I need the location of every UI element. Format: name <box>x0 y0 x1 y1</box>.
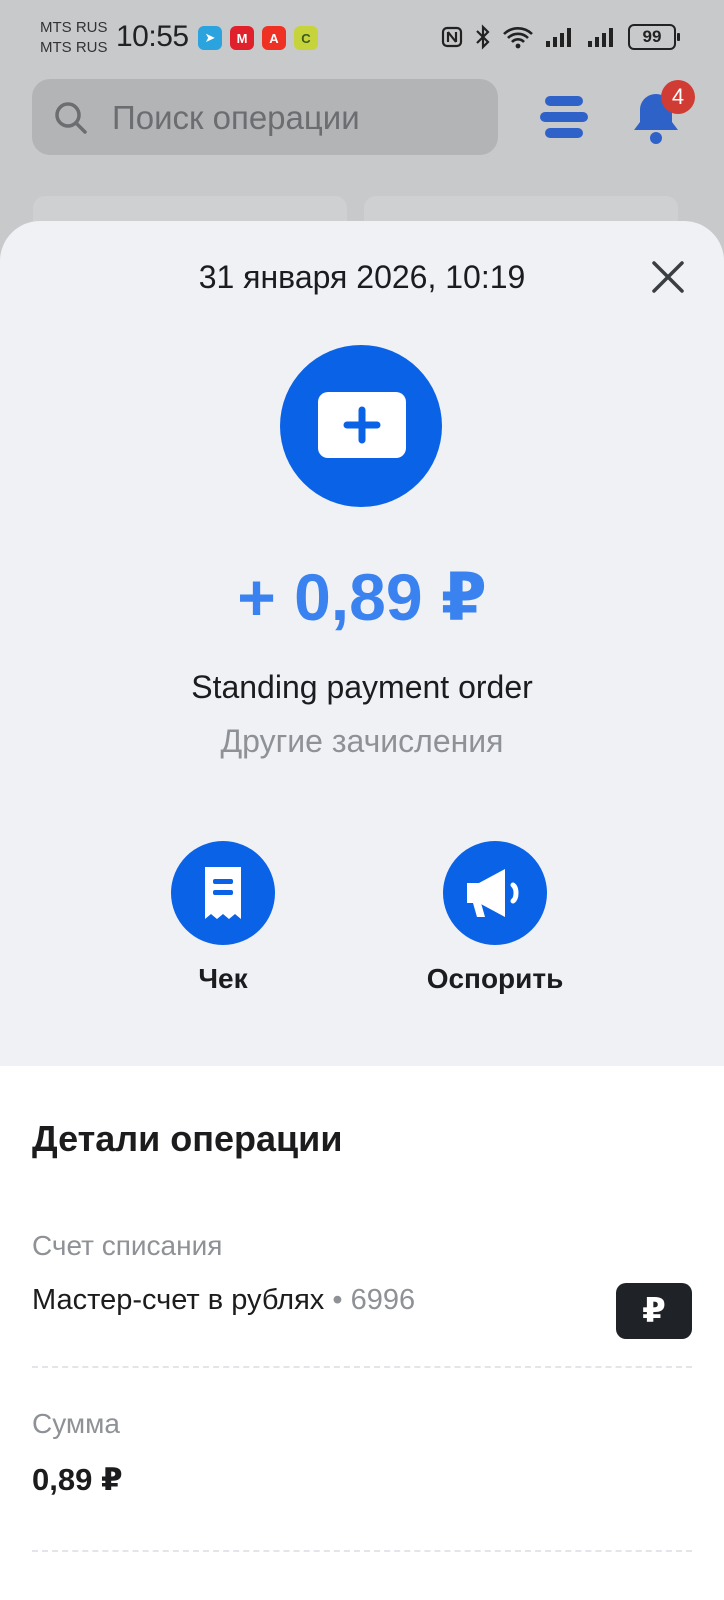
account-number: • 6996 <box>332 1284 416 1316</box>
sum-label: Сумма <box>32 1408 120 1439</box>
clock: 10:55 <box>116 20 189 53</box>
close-icon[interactable] <box>648 257 688 297</box>
details-title: Детали операции <box>32 1118 343 1159</box>
search-icon <box>55 102 87 134</box>
dispute-button[interactable]: Оспорить <box>395 841 595 995</box>
filter-menu-button[interactable] <box>540 96 588 140</box>
menu-bar-icon <box>545 128 583 138</box>
carrier-1: MTS RUS <box>40 19 108 36</box>
ruble-account-icon: ₽ <box>616 1283 692 1339</box>
operation-category: Другие зачисления <box>220 723 504 759</box>
search-placeholder: Поиск операции <box>112 99 360 136</box>
megaphone-icon <box>443 841 547 945</box>
divider <box>32 1366 692 1368</box>
account-label: Счет списания <box>32 1230 223 1261</box>
notification-badge: 4 <box>661 80 695 114</box>
receipt-button[interactable]: Чек <box>123 841 323 995</box>
search-bar[interactable]: Поиск операции <box>32 79 498 155</box>
system-icons: 99 <box>440 24 680 50</box>
menu-bar-icon <box>545 96 583 106</box>
app-c-icon: С <box>294 26 318 50</box>
battery-indicator: 99 <box>628 24 680 50</box>
signal-2-icon <box>588 28 613 47</box>
mvideo-icon: М <box>230 26 254 50</box>
menu-bar-icon <box>540 112 588 122</box>
bluetooth-icon <box>476 24 490 50</box>
sum-value: 0,89 ₽ <box>32 1462 123 1497</box>
account-name: Мастер-счет в рублях <box>32 1284 325 1316</box>
divider <box>32 1550 692 1552</box>
wifi-icon <box>503 27 533 49</box>
operation-date: 31 января 2026, 10:19 <box>198 259 526 295</box>
alfa-bank-icon: А <box>262 26 286 50</box>
nfc-icon <box>441 26 463 48</box>
receipt-icon <box>171 841 275 945</box>
receipt-label: Чек <box>198 963 248 994</box>
operation-title: Standing payment order <box>191 669 533 705</box>
carrier-2: MTS RUS <box>40 39 108 56</box>
operation-type-icon <box>280 345 442 507</box>
signal-1-icon <box>546 28 571 47</box>
carrier-info: MTS RUS MTS RUS <box>40 18 108 58</box>
account-value[interactable]: Мастер-счет в рублях • 6996 <box>32 1284 415 1317</box>
operation-sheet: 31 января 2026, 10:19 + 0,89 ₽ Standing … <box>0 221 724 1600</box>
notification-app-icons: ➤ М А С <box>198 26 318 50</box>
dispute-label: Оспорить <box>426 963 564 994</box>
card-plus-icon <box>318 392 406 458</box>
operation-amount: + 0,89 ₽ <box>237 560 487 634</box>
telegram-icon: ➤ <box>198 26 222 50</box>
status-bar: MTS RUS MTS RUS 10:55 ➤ М А С 99 <box>0 0 724 78</box>
operation-details: Детали операции Счет списания Мастер-сче… <box>0 1066 724 1600</box>
